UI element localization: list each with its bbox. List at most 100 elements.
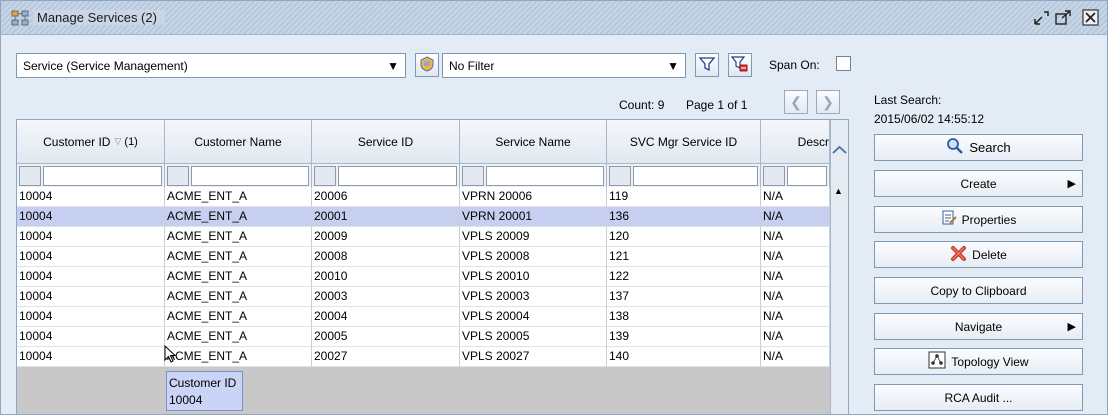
table-cell: 10004 (17, 287, 165, 307)
title-bar: Manage Services (2) (1, 1, 1107, 35)
filter-operator-button[interactable] (314, 166, 336, 186)
table-row[interactable]: 10004 ACME_ENT_A 20006 VPRN 20006 119 N/A (17, 187, 830, 207)
filter-value: No Filter (449, 58, 495, 73)
table-cell: 20008 (312, 247, 460, 267)
column-header-label: Customer ID (43, 134, 111, 149)
table-cell: VPLS 20027 (460, 347, 607, 367)
table-row[interactable]: 10004 ACME_ENT_A 20004 VPLS 20004 138 N/A (17, 307, 830, 327)
table-cell: N/A (761, 207, 830, 227)
window-title: Manage Services (2) (33, 10, 165, 25)
column-header-label: Descr (797, 134, 829, 149)
filter-operator-button[interactable] (167, 166, 189, 186)
properties-button[interactable]: Properties (874, 206, 1083, 233)
search-button[interactable]: Search (874, 134, 1083, 161)
apply-filter-button[interactable] (695, 53, 719, 77)
column-header-svc-mgr-service-id[interactable]: SVC Mgr Service ID (607, 120, 761, 164)
create-button-label: Create (960, 176, 997, 191)
filter-select[interactable]: No Filter ▼ (442, 53, 686, 78)
table-cell: 119 (607, 187, 761, 207)
filter-operator-button[interactable] (462, 166, 484, 186)
table-row[interactable]: 10004 ACME_ENT_A 20010 VPLS 20010 122 N/A (17, 267, 830, 287)
delete-button[interactable]: Delete (874, 241, 1083, 268)
table-cell: N/A (761, 227, 830, 247)
navigate-button[interactable]: Navigate ▶ (874, 313, 1083, 340)
column-header-customer-id[interactable]: Customer ID ▽ (1) (17, 120, 165, 164)
tooltip-title: Customer ID (169, 376, 237, 390)
column-header-label: SVC Mgr Service ID (629, 134, 738, 149)
filter-service-name-input[interactable] (486, 166, 604, 186)
filter-description (761, 164, 830, 187)
table-row[interactable]: 10004 ACME_ENT_A 20009 VPLS 20009 120 N/A (17, 227, 830, 247)
scroll-up-arrow-icon[interactable]: ▲ (834, 186, 843, 196)
table-vertical-scrollbar[interactable]: ▲ (830, 120, 848, 414)
table-cell: 20003 (312, 287, 460, 307)
column-header-service-name[interactable]: Service Name (460, 120, 607, 164)
filter-customer-id-input[interactable] (43, 166, 162, 186)
table-row[interactable]: 10004 ACME_ENT_A 20008 VPLS 20008 121 N/A (17, 247, 830, 267)
table-cell: 10004 (17, 187, 165, 207)
manage-services-icon (11, 10, 29, 29)
column-header-description[interactable]: Descr (761, 120, 830, 164)
filter-operator-button[interactable] (19, 166, 41, 186)
table-cell: 120 (607, 227, 761, 247)
table-cell: 10004 (17, 227, 165, 247)
table-row[interactable]: 10004 ACME_ENT_A 20005 VPLS 20005 139 N/A (17, 327, 830, 347)
column-header-service-id[interactable]: Service ID (312, 120, 460, 164)
manage-services-window: Manage Services (2) Service (Service Man… (0, 0, 1108, 415)
minimize-icon[interactable] (1031, 8, 1051, 28)
previous-page-button[interactable]: ❮ (784, 90, 808, 114)
dropdown-arrow-icon: ▼ (387, 58, 399, 73)
table-row[interactable]: 10004 ACME_ENT_A 20001 VPRN 20001 136 N/A (17, 207, 830, 227)
clear-filter-button[interactable] (728, 53, 752, 77)
filter-edit-button[interactable] (415, 53, 439, 77)
span-on-checkbox[interactable] (836, 56, 851, 71)
next-page-button[interactable]: ❯ (816, 90, 840, 114)
maximize-icon[interactable] (1053, 8, 1073, 28)
service-type-select[interactable]: Service (Service Management) ▼ (16, 53, 406, 78)
table-cell: VPLS 20004 (460, 307, 607, 327)
topology-view-button[interactable]: Topology View (874, 348, 1083, 375)
filter-service-id (312, 164, 460, 187)
rca-audit-button[interactable]: RCA Audit ... (874, 384, 1083, 411)
table-cell: 20027 (312, 347, 460, 367)
table-cell: ACME_ENT_A (165, 187, 312, 207)
filter-customer-name-input[interactable] (191, 166, 309, 186)
create-button[interactable]: Create ▶ (874, 170, 1083, 197)
copy-to-clipboard-button[interactable]: Copy to Clipboard (874, 277, 1083, 304)
chevron-right-icon: ❯ (822, 93, 834, 110)
table-cell: 20004 (312, 307, 460, 327)
table-cell: N/A (761, 287, 830, 307)
service-type-value: Service (Service Management) (23, 58, 188, 73)
tooltip-value: 10004 (169, 393, 203, 407)
filter-operator-button[interactable] (763, 166, 785, 186)
table-row[interactable]: 10004 ACME_ENT_A 20027 VPLS 20027 140 N/A (17, 347, 830, 367)
topology-icon (928, 351, 946, 372)
close-icon[interactable] (1081, 8, 1101, 28)
submenu-arrow-icon: ▶ (1067, 321, 1076, 333)
dropdown-arrow-icon: ▼ (667, 58, 679, 73)
column-header-label: Service Name (495, 134, 571, 149)
table-cell: ACME_ENT_A (165, 307, 312, 327)
table-cell: 10004 (17, 247, 165, 267)
filter-operator-button[interactable] (609, 166, 631, 186)
filter-customer-name (165, 164, 312, 187)
table-cell: ACME_ENT_A (165, 247, 312, 267)
chevron-left-icon: ❮ (790, 93, 802, 110)
cell-tooltip: Customer ID 10004 (166, 371, 243, 411)
table-cell: ACME_ENT_A (165, 347, 312, 367)
table-cell: 122 (607, 267, 761, 287)
filter-description-input[interactable] (787, 166, 827, 186)
table-cell: VPLS 20010 (460, 267, 607, 287)
table-cell: 136 (607, 207, 761, 227)
table-cell: N/A (761, 307, 830, 327)
table-cell: VPRN 20001 (460, 207, 607, 227)
last-search-label: Last Search: (874, 93, 942, 107)
column-header-label: Service ID (357, 134, 414, 149)
filter-service-id-input[interactable] (338, 166, 457, 186)
sort-order-label: (1) (124, 135, 138, 148)
scroll-top-icon[interactable] (832, 142, 847, 158)
column-header-customer-name[interactable]: Customer Name (165, 120, 312, 164)
table-row[interactable]: 10004 ACME_ENT_A 20003 VPLS 20003 137 N/A (17, 287, 830, 307)
filter-svc-mgr-service-id-input[interactable] (633, 166, 758, 186)
table-cell: 20005 (312, 327, 460, 347)
